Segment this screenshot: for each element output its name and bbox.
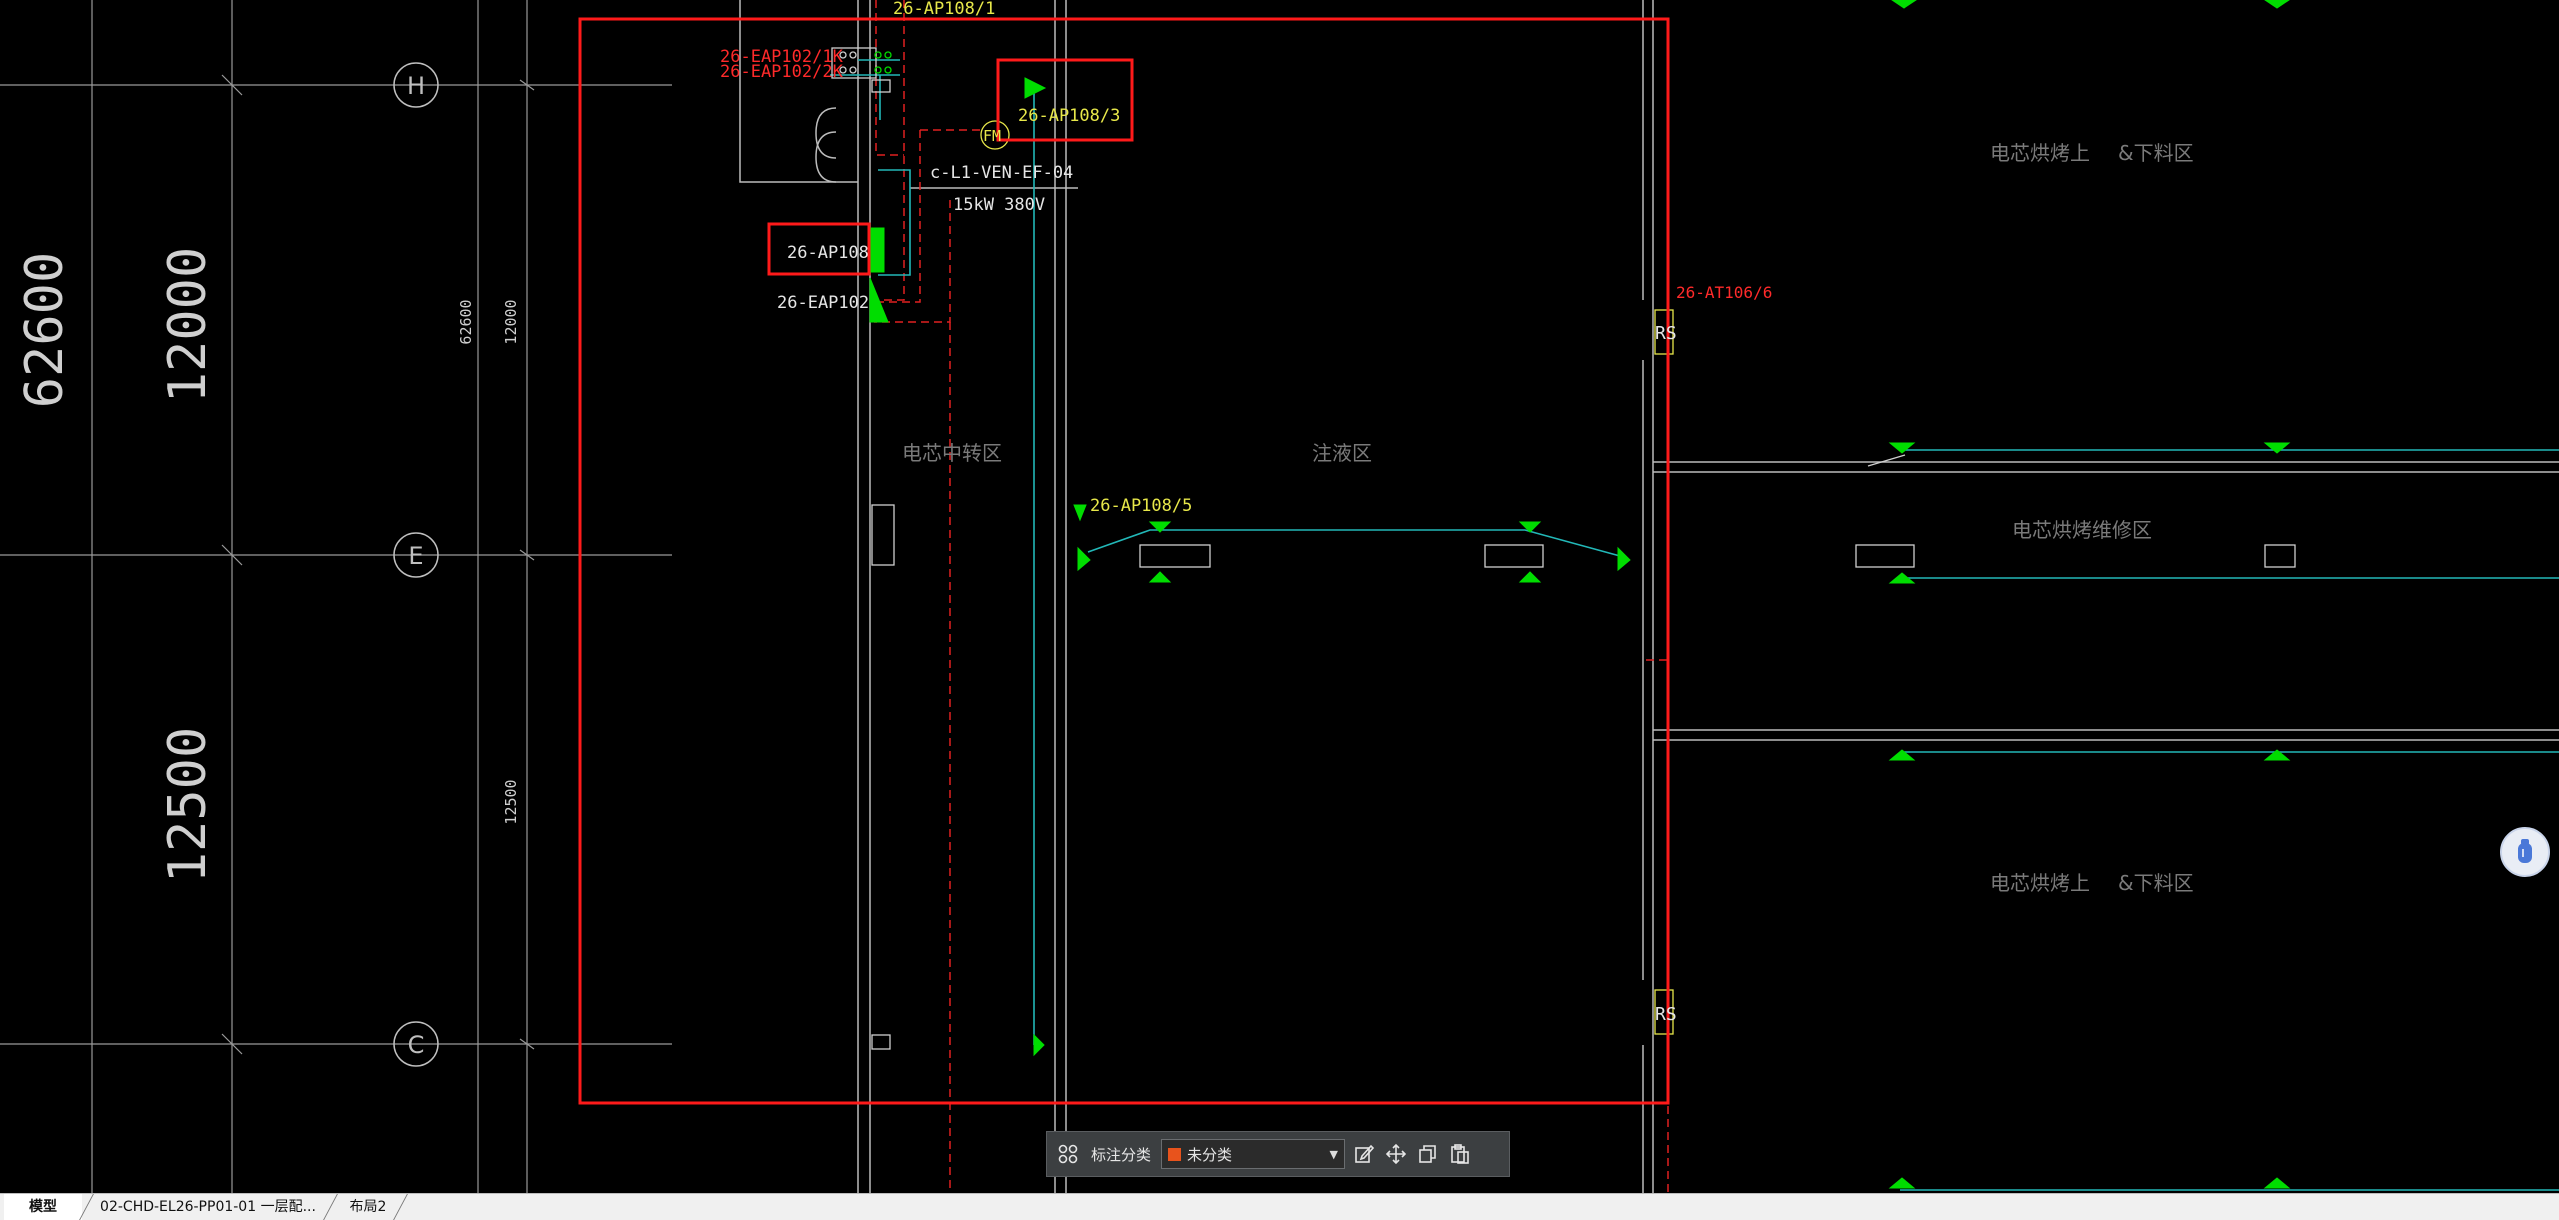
label-rs-2: RS (1655, 1004, 1677, 1025)
edit-icon[interactable] (1351, 1141, 1377, 1167)
label-ap108: 26-AP108 (787, 243, 869, 263)
zone-bake-repair: 电芯烘烤维修区 (2012, 518, 2152, 542)
zone-injection: 注液区 (1312, 441, 1372, 465)
label-ap108-3: 26-AP108/3 (1018, 106, 1120, 126)
category-label: 标注分类 (1091, 1145, 1152, 1164)
label-eap102-2k: 26-EAP102/2K (720, 62, 844, 82)
axis-label-e: E (408, 542, 423, 570)
axis-label-c: C (408, 1031, 425, 1059)
label-ap108-1: 26-AP108/1 (893, 0, 995, 19)
tab-layout-2[interactable]: 布局2 (338, 1194, 398, 1220)
move-icon[interactable] (1383, 1141, 1409, 1167)
dimension-12000-small: 12000 (502, 299, 520, 344)
category-select-value: 未分类 (1187, 1145, 1233, 1164)
zone-unload-1: &下料区 (2118, 141, 2194, 165)
zone-unload-2: &下料区 (2118, 871, 2194, 895)
cad-drawing-canvas[interactable]: H E C 62600 12000 12500 62600 12000 1250… (0, 0, 2559, 1193)
dimension-12500-small: 12500 (502, 779, 520, 824)
label-rs-1: RS (1655, 323, 1677, 344)
label-eap102: 26-EAP102 (777, 293, 869, 313)
dimension-12000-large: 12000 (158, 247, 218, 404)
axis-label-h: H (407, 72, 425, 100)
dimension-12500-large: 12500 (158, 727, 218, 884)
tab-model[interactable]: 模型 (4, 1194, 82, 1220)
assistant-icon (2518, 839, 2532, 863)
label-ap108-5: 26-AP108/5 (1090, 496, 1192, 516)
category-select[interactable]: 未分类 ▼ (1161, 1139, 1346, 1169)
label-at106-6: 26-AT106/6 (1676, 283, 1772, 302)
zone-bake-load-2: 电芯烘烤上 (1990, 871, 2090, 895)
category-color-swatch (1168, 1147, 1182, 1161)
zone-cell-transfer: 电芯中转区 (902, 441, 1002, 465)
dimension-62600-small: 62600 (457, 299, 475, 344)
zone-bake-load-1: 电芯烘烤上 (1990, 141, 2090, 165)
paste-icon[interactable] (1447, 1141, 1473, 1167)
floating-assistant-button[interactable] (2500, 827, 2550, 877)
label-ven-ef-04: c-L1-VEN-EF-04 (930, 163, 1073, 183)
copy-icon[interactable] (1415, 1141, 1441, 1167)
layout-tab-bar: 模型 02-CHD-EL26-PP01-01 一层配... 布局2 (0, 1193, 2559, 1220)
chevron-down-icon: ▼ (1329, 1147, 1339, 1161)
annotation-category-toolbar: 标注分类 未分类 ▼ (1046, 1131, 1510, 1177)
grid-icon[interactable] (1055, 1141, 1081, 1167)
label-fm: FM (983, 127, 1001, 145)
dimension-62600-large: 62600 (15, 252, 75, 409)
tab-layout-1[interactable]: 02-CHD-EL26-PP01-01 一层配... (90, 1194, 326, 1220)
label-ven-power: 15kW 380V (953, 195, 1045, 215)
